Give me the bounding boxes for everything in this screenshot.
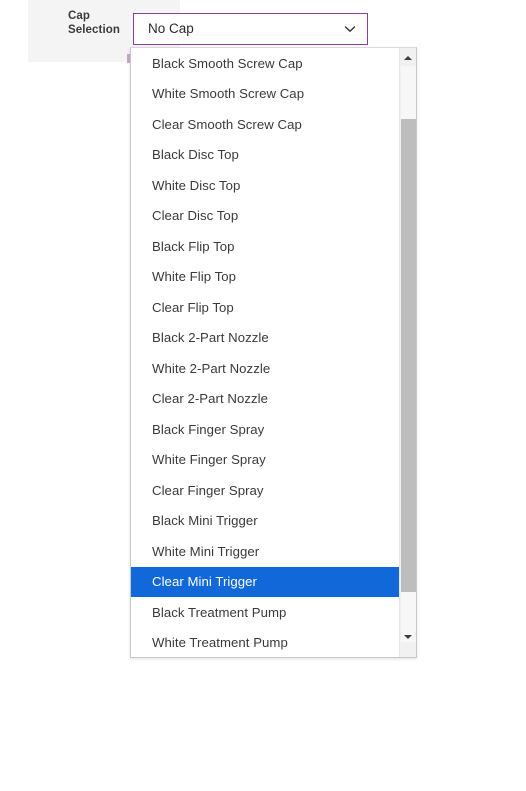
dropdown-option[interactable]: White Flip Top xyxy=(131,262,400,293)
dropdown-option[interactable]: Black Smooth Screw Cap xyxy=(131,48,400,79)
scroll-up-arrow-icon[interactable] xyxy=(400,49,416,66)
cap-selection-combobox[interactable]: No Cap xyxy=(133,13,368,45)
dropdown-option[interactable]: White Disc Top xyxy=(131,170,400,201)
dropdown-option[interactable]: White Mini Trigger xyxy=(131,536,400,567)
dropdown-option[interactable]: Black Finger Spray xyxy=(131,414,400,445)
dropdown-option[interactable]: Black Flip Top xyxy=(131,231,400,262)
dropdown-option-label: White Finger Spray xyxy=(152,452,266,468)
label-line-2: Selection xyxy=(68,24,121,36)
dropdown-option[interactable]: Clear Mini Trigger xyxy=(131,566,400,597)
scroll-down-arrow-icon[interactable] xyxy=(400,628,416,645)
dropdown-option[interactable]: White 2-Part Nozzle xyxy=(131,353,400,384)
dropdown-option-label: White Smooth Screw Cap xyxy=(152,86,305,102)
dropdown-option[interactable]: White Treatment Pump xyxy=(131,628,400,658)
dropdown-option-label: Clear Finger Spray xyxy=(152,482,264,498)
dropdown-option-label: Black Smooth Screw Cap xyxy=(152,55,303,71)
dropdown-option[interactable]: Clear Finger Spray xyxy=(131,475,400,506)
dropdown-option[interactable]: Black Treatment Pump xyxy=(131,597,400,628)
dropdown-option-label: Black 2-Part Nozzle xyxy=(152,330,269,346)
dropdown-option-label: White Mini Trigger xyxy=(152,543,260,559)
dropdown-option[interactable]: Clear Disc Top xyxy=(131,201,400,232)
chevron-down-icon[interactable] xyxy=(343,22,357,36)
dropdown-option[interactable]: White Smooth Screw Cap xyxy=(131,79,400,110)
dropdown-option-label: Clear Flip Top xyxy=(152,299,234,315)
dropdown-option[interactable]: Black Mini Trigger xyxy=(131,506,400,537)
dropdown-option-label: Clear Disc Top xyxy=(152,208,239,224)
dropdown-option-label: White Treatment Pump xyxy=(152,635,288,651)
dropdown-option-label: Clear 2-Part Nozzle xyxy=(152,391,269,407)
dropdown-option-label: Black Finger Spray xyxy=(152,421,265,437)
label-line-1: Cap xyxy=(68,10,91,22)
dropdown-option[interactable]: Black Disc Top xyxy=(131,140,400,171)
dropdown-option-label: White Disc Top xyxy=(152,177,241,193)
dropdown-option-label: Clear Smooth Screw Cap xyxy=(152,116,302,132)
dropdown-option-label: Black Disc Top xyxy=(152,147,239,163)
dropdown-option-label: Black Flip Top xyxy=(152,238,235,254)
dropdown-option-label: Clear Mini Trigger xyxy=(152,574,257,590)
dropdown-option[interactable]: Clear Smooth Screw Cap xyxy=(131,109,400,140)
dropdown-option-list[interactable]: Black Smooth Screw Cap White Smooth Screw… xyxy=(131,48,400,657)
combobox-selected-value: No Cap xyxy=(148,22,194,36)
dropdown-option[interactable]: Clear 2-Part Nozzle xyxy=(131,384,400,415)
dropdown-option[interactable]: Clear Flip Top xyxy=(131,292,400,323)
dropdown-option-label: Black Mini Trigger xyxy=(152,513,258,529)
dropdown-option[interactable]: White Finger Spray xyxy=(131,445,400,476)
scrollbar-track-upper[interactable] xyxy=(401,66,416,119)
dropdown-option-label: White Flip Top xyxy=(152,269,237,285)
dropdown-option-label: White 2-Part Nozzle xyxy=(152,360,271,376)
dropdown-option[interactable]: Black 2-Part Nozzle xyxy=(131,323,400,354)
scrollbar-thumb[interactable] xyxy=(401,119,416,592)
dropdown-option-label: Black Treatment Pump xyxy=(152,604,287,620)
dropdown-scrollbar[interactable] xyxy=(399,48,416,657)
cap-selection-dropdown-panel[interactable]: Black Smooth Screw Cap White Smooth Screw… xyxy=(130,47,417,658)
